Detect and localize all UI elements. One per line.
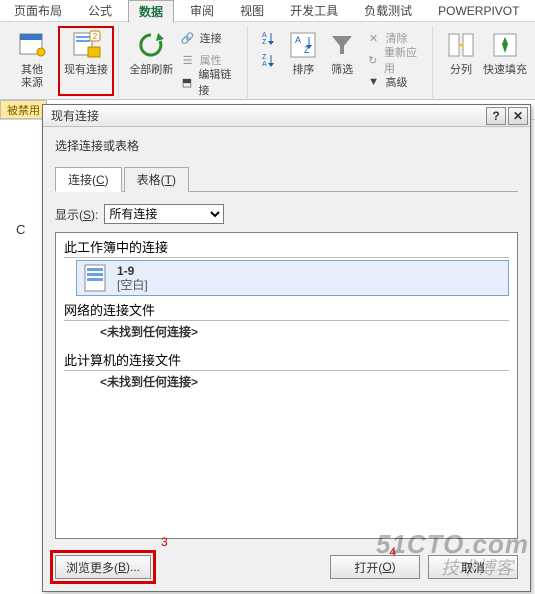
group-get-data: 其他来源 2 现有连接 <box>2 26 119 98</box>
sort-za-icon: ZA <box>260 52 276 68</box>
other-sources-label: 其他来源 <box>21 64 43 90</box>
column-header-c: C <box>16 222 25 237</box>
sort-za-button[interactable]: ZA <box>256 50 280 70</box>
tab-connections[interactable]: 连接(C) <box>55 167 122 192</box>
other-sources-icon <box>15 28 49 62</box>
flash-fill-button[interactable]: 快速填充 <box>481 26 529 94</box>
connections-button[interactable]: 🔗 连接 <box>176 28 243 48</box>
flash-fill-icon <box>488 28 522 62</box>
existing-connections-label: 现有连接 <box>64 64 108 77</box>
tab-view[interactable]: 视图 <box>230 0 274 21</box>
edit-links-icon: ⬒ <box>180 74 195 90</box>
show-select[interactable]: 所有连接 <box>104 204 224 224</box>
dialog-button-row: 浏览更多(B)... 打开(O) 取消 <box>43 545 530 591</box>
existing-connections-icon: 2 <box>69 28 103 62</box>
security-warning-cell: 被禁用 <box>0 100 47 119</box>
dialog-title: 现有连接 <box>51 107 484 124</box>
sort-icon: AZ <box>286 28 320 62</box>
svg-text:A: A <box>262 61 267 68</box>
filter-label: 筛选 <box>331 64 353 77</box>
dialog-tabs: 连接(C) 表格(T) <box>55 166 518 192</box>
svg-text:Z: Z <box>262 54 267 61</box>
group-data-tools: 分列 快速填充 <box>437 26 533 98</box>
connection-name: 1-9 <box>117 264 148 278</box>
annotation-3: 3 <box>161 535 168 549</box>
dialog-subtitle: 选择连接或表格 <box>55 137 518 154</box>
refresh-all-label: 全部刷新 <box>129 64 173 77</box>
tab-review[interactable]: 审阅 <box>180 0 224 21</box>
existing-connections-button[interactable]: 2 现有连接 <box>58 26 114 96</box>
edit-links-label: 编辑链接 <box>198 66 239 98</box>
refresh-icon <box>134 28 168 62</box>
tab-developer[interactable]: 开发工具 <box>280 0 348 21</box>
sort-button[interactable]: AZ 排序 <box>284 26 323 94</box>
refresh-all-button[interactable]: 全部刷新 <box>127 26 176 94</box>
connections-list: 此工作簿中的连接 1-9 [空白] 网络的连接文件 <未找到任何连接> 此计算机… <box>55 232 518 539</box>
connections-label: 连接 <box>200 30 222 46</box>
advanced-button[interactable]: ▼ 高级 <box>362 72 428 92</box>
browse-more-button[interactable]: 浏览更多(B)... <box>55 555 151 579</box>
help-button[interactable]: ? <box>486 107 506 125</box>
connection-icon: 🔗 <box>180 30 196 46</box>
other-sources-button[interactable]: 其他来源 <box>6 26 58 94</box>
ribbon: 其他来源 2 现有连接 全部刷新 🔗 连接 ☰ 属性 ⬒ <box>0 22 535 100</box>
section-computer: 此计算机的连接文件 <box>56 348 517 369</box>
advanced-label: 高级 <box>386 74 408 90</box>
tab-powerpivot[interactable]: POWERPIVOT <box>428 2 529 20</box>
text-to-columns-button[interactable]: 分列 <box>441 26 481 94</box>
svg-text:A: A <box>262 32 267 39</box>
advanced-icon: ▼ <box>366 74 382 90</box>
svg-text:A: A <box>295 35 301 45</box>
connection-item[interactable]: 1-9 [空白] <box>76 260 509 296</box>
tab-data[interactable]: 数据 <box>128 0 174 23</box>
computer-not-found: <未找到任何连接> <box>56 369 517 398</box>
existing-connections-dialog: 现有连接 ? ✕ 选择连接或表格 连接(C) 表格(T) 显示(S): 所有连接… <box>42 104 531 592</box>
tab-tables[interactable]: 表格(T) <box>124 167 189 192</box>
properties-icon: ☰ <box>180 52 196 68</box>
close-button[interactable]: ✕ <box>508 107 528 125</box>
reapply-icon: ↻ <box>366 52 381 68</box>
clear-icon: ✕ <box>366 30 382 46</box>
ribbon-tab-row: 页面布局 公式 数据 审阅 视图 开发工具 负载测试 POWERPIVOT <box>0 0 535 22</box>
filter-icon <box>325 28 359 62</box>
tab-formulas[interactable]: 公式 <box>78 0 122 21</box>
group-sort-filter: AZ ZA AZ 排序 筛选 ✕ 清除 ↻ 重新应用 ▼ 高级 <box>252 26 433 98</box>
text-to-columns-label: 分列 <box>450 64 472 77</box>
sort-label: 排序 <box>292 64 314 77</box>
text-to-columns-icon <box>444 28 478 62</box>
section-workbook: 此工作簿中的连接 <box>56 235 517 256</box>
open-button[interactable]: 打开(O) <box>330 555 420 579</box>
network-not-found: <未找到任何连接> <box>56 319 517 348</box>
dialog-titlebar: 现有连接 ? ✕ <box>43 105 530 127</box>
connection-desc: [空白] <box>117 278 148 292</box>
svg-text:2: 2 <box>93 32 98 41</box>
edit-links-button[interactable]: ⬒ 编辑链接 <box>176 72 243 92</box>
group-connections: 全部刷新 🔗 连接 ☰ 属性 ⬒ 编辑链接 <box>123 26 248 98</box>
cancel-button[interactable]: 取消 <box>428 555 518 579</box>
annotation-4: 4 <box>389 545 396 559</box>
sort-az-icon: AZ <box>260 30 276 46</box>
show-label: 显示(S): <box>55 206 98 223</box>
filter-button[interactable]: 筛选 <box>323 26 362 94</box>
sort-az-button[interactable]: AZ <box>256 28 280 48</box>
connection-file-icon <box>81 263 111 293</box>
svg-text:Z: Z <box>262 39 267 46</box>
reapply-button[interactable]: ↻ 重新应用 <box>362 50 428 70</box>
flash-fill-label: 快速填充 <box>483 64 527 77</box>
section-network: 网络的连接文件 <box>56 298 517 319</box>
tab-loadtest[interactable]: 负载测试 <box>354 0 422 21</box>
tab-page-layout[interactable]: 页面布局 <box>4 0 72 21</box>
